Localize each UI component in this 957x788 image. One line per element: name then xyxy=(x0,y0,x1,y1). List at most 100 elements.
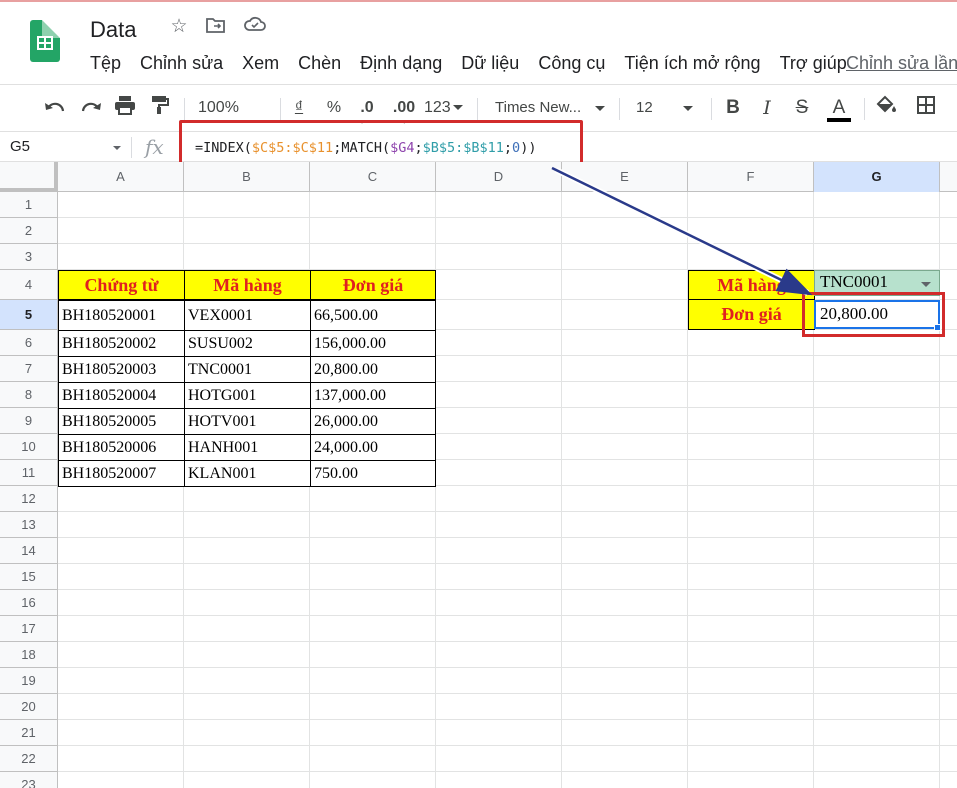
column-header-d[interactable]: D xyxy=(436,162,562,192)
row-header-16[interactable]: 16 xyxy=(0,590,58,616)
unit-price-cell[interactable]: 137,000.00 xyxy=(310,382,436,409)
cloud-status-icon[interactable] xyxy=(244,16,266,38)
row-header-22[interactable]: 22 xyxy=(0,746,58,772)
star-icon[interactable]: ☆ xyxy=(168,16,190,38)
menu-format[interactable]: Định dạng xyxy=(360,50,442,76)
row-header-19[interactable]: 19 xyxy=(0,668,58,694)
menu-view[interactable]: Xem xyxy=(242,50,279,76)
lookup-label-price[interactable]: Đơn giá xyxy=(688,299,815,330)
top-border-line xyxy=(0,0,957,2)
lookup-label-item-code[interactable]: Mã hàng xyxy=(688,270,815,300)
column-header-a[interactable]: A xyxy=(58,162,184,192)
gridline-row xyxy=(58,243,957,244)
increase-decimal-button[interactable]: .00 → xyxy=(390,95,418,126)
item-code-cell[interactable]: SUSU002 xyxy=(184,330,311,357)
voucher-cell[interactable]: BH180520004 xyxy=(58,382,185,409)
menu-edit[interactable]: Chỉnh sửa xyxy=(140,50,223,76)
font-family-select[interactable]: Times New... xyxy=(495,95,610,121)
voucher-cell[interactable]: BH180520002 xyxy=(58,330,185,357)
zoom-value: 100% xyxy=(198,99,239,116)
gridline-row xyxy=(58,667,957,668)
item-code-cell[interactable]: TNC0001 xyxy=(184,356,311,383)
fill-color-icon[interactable] xyxy=(874,95,898,121)
voucher-cell[interactable]: BH180520003 xyxy=(58,356,185,383)
row-header-7[interactable]: 7 xyxy=(0,356,58,382)
row-header-3[interactable]: 3 xyxy=(0,244,58,270)
row-header-23[interactable]: 23 xyxy=(0,772,58,788)
menu-bar: Tệp Chỉnh sửa Xem Chèn Định dạng Dữ liệu… xyxy=(90,50,866,76)
column-header-c[interactable]: C xyxy=(310,162,436,192)
item-code-cell[interactable]: HOTV001 xyxy=(184,408,311,435)
row-header-6[interactable]: 6 xyxy=(0,330,58,356)
menu-tools[interactable]: Công cụ xyxy=(538,50,605,76)
borders-icon[interactable] xyxy=(914,95,938,121)
name-box[interactable]: G5 xyxy=(10,136,30,158)
menu-insert[interactable]: Chèn xyxy=(298,50,341,76)
table-header-unit-price[interactable]: Đơn giá xyxy=(310,270,436,300)
menu-file[interactable]: Tệp xyxy=(90,50,121,76)
item-code-cell[interactable]: HANH001 xyxy=(184,434,311,461)
unit-price-cell[interactable]: 156,000.00 xyxy=(310,330,436,357)
chevron-down-icon[interactable] xyxy=(921,282,931,287)
row-header-13[interactable]: 13 xyxy=(0,512,58,538)
percent-format-button[interactable]: % xyxy=(324,95,344,121)
column-header-b[interactable]: B xyxy=(184,162,310,192)
row-header-8[interactable]: 8 xyxy=(0,382,58,408)
unit-price-cell[interactable]: 24,000.00 xyxy=(310,434,436,461)
menu-help[interactable]: Trợ giúp xyxy=(780,50,847,76)
sheets-logo-icon[interactable] xyxy=(30,20,60,62)
voucher-cell[interactable]: BH180520005 xyxy=(58,408,185,435)
column-header-e[interactable]: E xyxy=(562,162,688,192)
unit-price-cell[interactable]: 750.00 xyxy=(310,460,436,487)
row-header-5[interactable]: 5 xyxy=(0,300,58,330)
strikethrough-button[interactable]: S xyxy=(792,95,812,121)
font-size-select[interactable]: 12 xyxy=(636,95,702,121)
last-edit-link[interactable]: Chỉnh sửa lần c xyxy=(846,50,957,76)
row-header-9[interactable]: 9 xyxy=(0,408,58,434)
voucher-cell[interactable]: BH180520001 xyxy=(58,300,185,331)
unit-price-cell[interactable]: 66,500.00 xyxy=(310,300,436,331)
row-header-15[interactable]: 15 xyxy=(0,564,58,590)
menu-extensions[interactable]: Tiện ích mở rộng xyxy=(624,50,760,76)
move-to-folder-icon[interactable] xyxy=(205,16,227,38)
item-code-cell[interactable]: VEX0001 xyxy=(184,300,311,331)
table-header-voucher[interactable]: Chứng từ xyxy=(58,270,185,300)
gridline-row xyxy=(58,589,957,590)
row-header-20[interactable]: 20 xyxy=(0,694,58,720)
more-formats-button[interactable]: 123 xyxy=(424,95,466,121)
chevron-down-icon[interactable] xyxy=(113,146,121,150)
item-code-cell[interactable]: KLAN001 xyxy=(184,460,311,487)
document-title[interactable]: Data xyxy=(90,17,136,43)
row-header-14[interactable]: 14 xyxy=(0,538,58,564)
bold-button[interactable]: B xyxy=(724,95,742,121)
text-color-button[interactable]: A xyxy=(826,95,852,122)
undo-icon[interactable] xyxy=(42,95,68,121)
voucher-cell[interactable]: BH180520007 xyxy=(58,460,185,487)
decrease-decimal-button[interactable]: .0 ← xyxy=(355,95,379,126)
row-header-18[interactable]: 18 xyxy=(0,642,58,668)
menu-data[interactable]: Dữ liệu xyxy=(461,50,519,76)
column-header-g[interactable]: G xyxy=(814,162,940,192)
item-code-cell[interactable]: HOTG001 xyxy=(184,382,311,409)
italic-button[interactable]: I xyxy=(758,95,776,121)
unit-price-cell[interactable]: 26,000.00 xyxy=(310,408,436,435)
row-header-17[interactable]: 17 xyxy=(0,616,58,642)
redo-icon[interactable] xyxy=(78,95,104,121)
unit-price-cell[interactable]: 20,800.00 xyxy=(310,356,436,383)
currency-format-button[interactable]: ₫ xyxy=(289,95,309,121)
table-header-item-code[interactable]: Mã hàng xyxy=(184,270,311,300)
zoom-select[interactable]: 100% xyxy=(198,95,268,137)
row-header-1[interactable]: 1 xyxy=(0,192,58,218)
select-all-corner[interactable] xyxy=(0,162,58,192)
row-header-10[interactable]: 10 xyxy=(0,434,58,460)
print-icon[interactable] xyxy=(112,95,138,121)
row-header-21[interactable]: 21 xyxy=(0,720,58,746)
row-header-12[interactable]: 12 xyxy=(0,486,58,512)
row-header-11[interactable]: 11 xyxy=(0,460,58,486)
result-highlight-box xyxy=(802,292,945,337)
row-header-4[interactable]: 4 xyxy=(0,270,58,300)
row-header-2[interactable]: 2 xyxy=(0,218,58,244)
paint-format-icon[interactable] xyxy=(147,95,173,121)
column-header-f[interactable]: F xyxy=(688,162,814,192)
voucher-cell[interactable]: BH180520006 xyxy=(58,434,185,461)
